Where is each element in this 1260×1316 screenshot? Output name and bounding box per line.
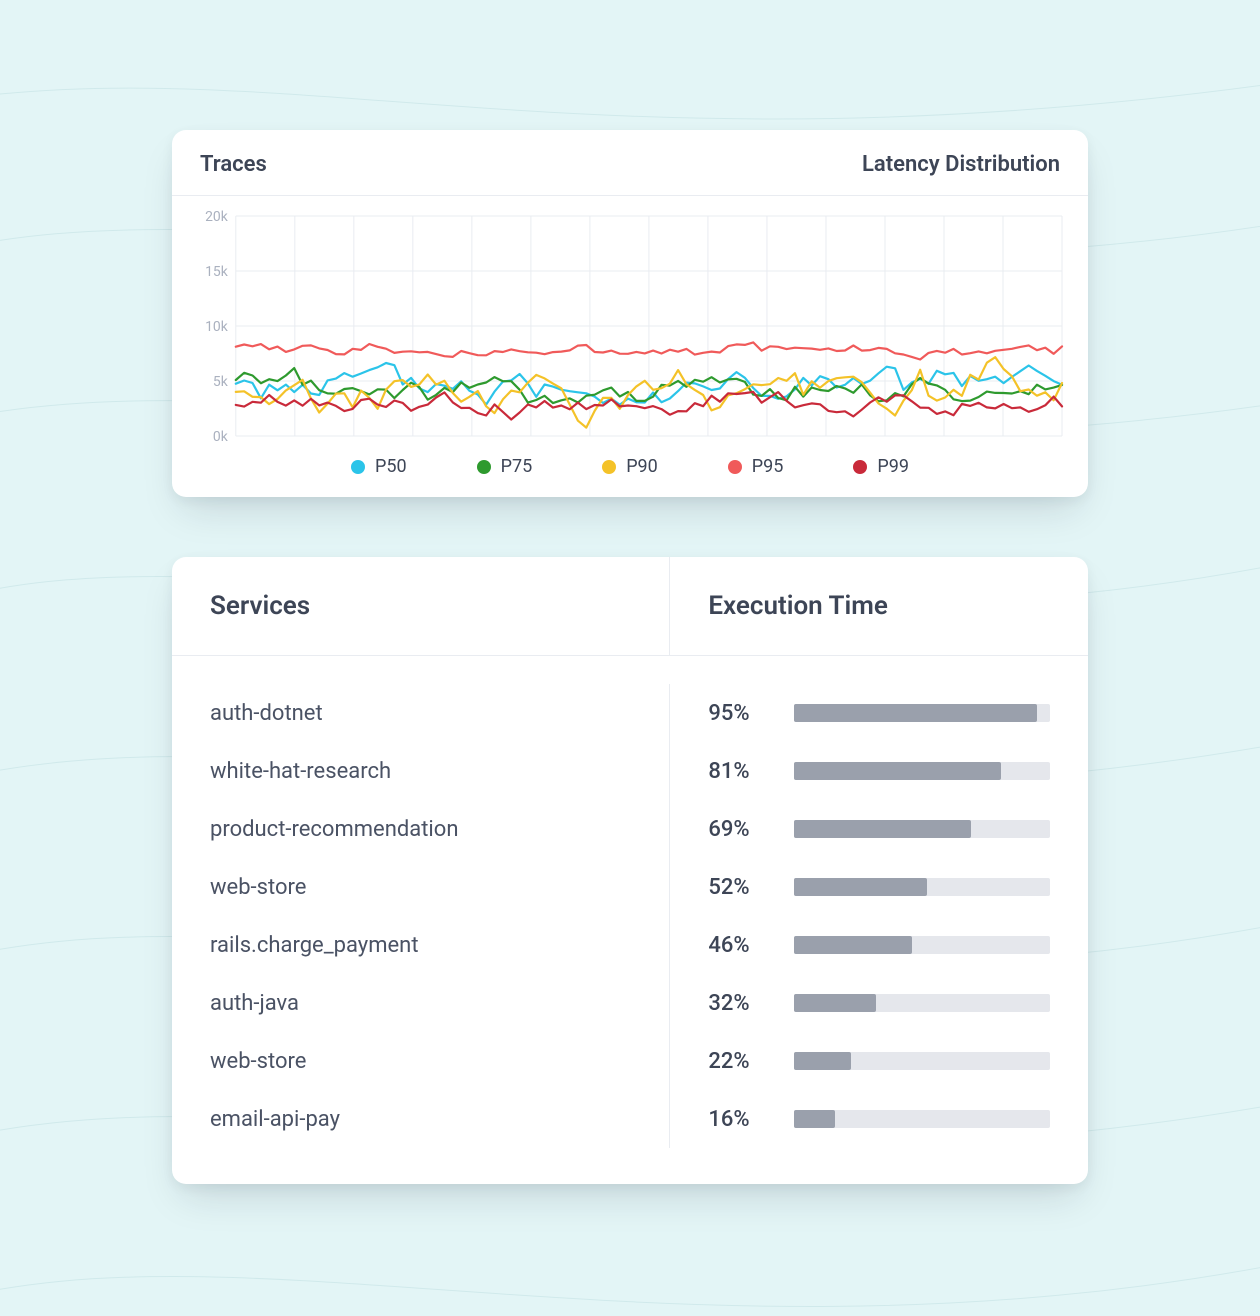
execution-bar-fill	[794, 1052, 850, 1070]
execution-percent: 16%	[708, 1107, 794, 1132]
chart-title-right: Latency Distribution	[862, 152, 1060, 177]
execution-time-row: 22%	[708, 1032, 1050, 1090]
legend-dot-icon	[602, 460, 616, 474]
legend-label: P90	[626, 456, 658, 477]
execution-bar	[794, 820, 1050, 838]
execution-bar-fill	[794, 762, 1001, 780]
execution-time-row: 69%	[708, 800, 1050, 858]
service-row[interactable]: email-api-pay	[210, 1090, 631, 1148]
service-name: rails.charge_payment	[210, 933, 419, 958]
execution-bar-fill	[794, 1110, 835, 1128]
legend-item-p99[interactable]: P99	[853, 456, 909, 477]
legend-label: P50	[375, 456, 407, 477]
services-card: Services Execution Time auth-dotnet white…	[172, 557, 1088, 1184]
execution-time-row: 32%	[708, 974, 1050, 1032]
execution-bar-fill	[794, 820, 970, 838]
service-name: auth-java	[210, 991, 299, 1016]
latency-chart-card: Traces Latency Distribution 20k 15k 10k 5k 0…	[172, 130, 1088, 497]
legend-label: P95	[752, 456, 784, 477]
service-name: web-store	[210, 1049, 306, 1074]
svg-text:15k: 15k	[205, 264, 229, 280]
services-header: Services	[172, 557, 670, 655]
legend-dot-icon	[477, 460, 491, 474]
execution-bar	[794, 762, 1050, 780]
execution-bar	[794, 1110, 1050, 1128]
execution-bar	[794, 1052, 1050, 1070]
execution-time-row: 81%	[708, 742, 1050, 800]
service-name: web-store	[210, 875, 306, 900]
svg-text:0k: 0k	[213, 429, 229, 445]
execution-percent: 81%	[708, 759, 794, 784]
execution-bar	[794, 704, 1050, 722]
service-name: white-hat-research	[210, 759, 391, 784]
legend-dot-icon	[728, 460, 742, 474]
chart-title-left: Traces	[200, 152, 267, 177]
service-row[interactable]: product-recommendation	[210, 800, 631, 858]
execution-percent: 95%	[708, 701, 794, 726]
legend-item-p75[interactable]: P75	[477, 456, 533, 477]
legend-item-p95[interactable]: P95	[728, 456, 784, 477]
execution-percent: 46%	[708, 933, 794, 958]
service-name: auth-dotnet	[210, 701, 323, 726]
service-row[interactable]: auth-dotnet	[210, 684, 631, 742]
service-row[interactable]: auth-java	[210, 974, 631, 1032]
execution-time-row: 46%	[708, 916, 1050, 974]
chart-legend: P50 P75 P90 P95 P99	[192, 456, 1068, 477]
service-name: product-recommendation	[210, 817, 458, 842]
legend-item-p50[interactable]: P50	[351, 456, 407, 477]
execution-time-row: 16%	[708, 1090, 1050, 1148]
execution-bar-fill	[794, 994, 876, 1012]
execution-percent: 52%	[708, 875, 794, 900]
svg-text:5k: 5k	[213, 374, 229, 390]
legend-label: P99	[877, 456, 909, 477]
legend-dot-icon	[853, 460, 867, 474]
execution-percent: 32%	[708, 991, 794, 1016]
execution-bar-fill	[794, 936, 912, 954]
legend-label: P75	[501, 456, 533, 477]
service-row[interactable]: web-store	[210, 858, 631, 916]
execution-time-row: 95%	[708, 684, 1050, 742]
service-row[interactable]: web-store	[210, 1032, 631, 1090]
svg-text:10k: 10k	[205, 319, 229, 335]
execution-time-header: Execution Time	[670, 557, 1088, 655]
execution-bar-fill	[794, 878, 927, 896]
latency-line-chart: 20k 15k 10k 5k 0k	[192, 210, 1068, 450]
execution-bar	[794, 878, 1050, 896]
service-row[interactable]: white-hat-research	[210, 742, 631, 800]
service-row[interactable]: rails.charge_payment	[210, 916, 631, 974]
svg-text:20k: 20k	[205, 210, 229, 225]
legend-dot-icon	[351, 460, 365, 474]
execution-percent: 22%	[708, 1049, 794, 1074]
execution-bar	[794, 936, 1050, 954]
legend-item-p90[interactable]: P90	[602, 456, 658, 477]
execution-bar-fill	[794, 704, 1037, 722]
execution-percent: 69%	[708, 817, 794, 842]
execution-bar	[794, 994, 1050, 1012]
execution-time-row: 52%	[708, 858, 1050, 916]
service-name: email-api-pay	[210, 1107, 340, 1132]
